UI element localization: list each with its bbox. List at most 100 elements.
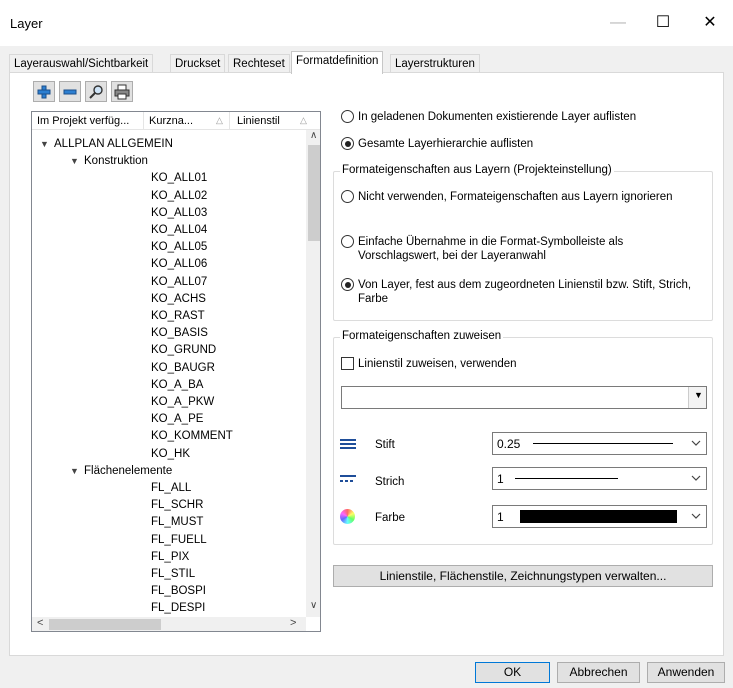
add-layer-button[interactable]	[33, 81, 55, 102]
expand-caret-icon[interactable]: ▼	[70, 463, 79, 479]
maximize-button[interactable]: ☐	[648, 10, 678, 36]
minus-icon	[63, 89, 77, 95]
stroke-select-value: 1	[497, 472, 504, 486]
chevron-down-icon	[691, 440, 701, 446]
tab-rechteset[interactable]: Rechteset	[228, 54, 290, 73]
linestyle-checkbox-label: Linienstil zuweisen, verwenden	[358, 358, 517, 370]
search-icon	[89, 85, 103, 99]
scrollbar-thumb[interactable]	[308, 145, 320, 241]
tree-layer-item[interactable]: KO_RAST	[151, 308, 205, 324]
tree-layer-item[interactable]: KO_ALL05	[151, 239, 207, 255]
radio-format-ignore[interactable]	[341, 190, 354, 203]
linestyle-checkbox[interactable]	[341, 357, 354, 370]
horizontal-scrollbar[interactable]: < >	[32, 617, 306, 631]
tree-layer-item[interactable]: FL_BOSPI	[151, 583, 206, 599]
tree-group[interactable]: Konstruktion	[84, 153, 148, 169]
pen-select-value: 0.25	[497, 437, 521, 451]
tab-layerauswahl[interactable]: Layerauswahl/Sichtbarkeit	[9, 54, 154, 73]
tree-layer-item[interactable]: KO_BAUGR	[151, 360, 215, 376]
radio-format-fixed-label-1: Von Layer, fest aus dem zugeordneten Lin…	[358, 279, 692, 291]
expand-caret-icon[interactable]: ▼	[70, 153, 79, 169]
tree-layer-item[interactable]: KO_GRUND	[151, 342, 216, 358]
tree-layer-item[interactable]: KO_ALL02	[151, 188, 207, 204]
tree-layer-item[interactable]: KO_ALL01	[151, 170, 207, 186]
tree-layer-item[interactable]: FL_PIX	[151, 549, 189, 565]
scroll-down-icon[interactable]: ∨	[310, 600, 317, 611]
radio-format-fixed[interactable]	[341, 278, 354, 291]
radio-format-simple-label-1: Einfache Übernahme in die Format-Symboll…	[358, 236, 624, 248]
radio-format-ignore-label: Nicht verwenden, Formateigenschaften aus…	[358, 191, 673, 203]
remove-layer-button[interactable]	[59, 81, 81, 102]
scroll-right-icon[interactable]: >	[290, 617, 296, 629]
tree-group[interactable]: Flächenelemente	[84, 463, 172, 479]
radio-list-existing[interactable]	[341, 110, 354, 123]
radio-list-all-label: Gesamte Layerhierarchie auflisten	[358, 138, 534, 150]
tree-layer-item[interactable]: KO_ALL06	[151, 256, 207, 272]
cancel-button[interactable]: Abbrechen	[557, 662, 640, 683]
expand-caret-icon[interactable]: ▼	[40, 136, 49, 152]
radio-list-all[interactable]	[341, 137, 354, 150]
tree-layer-item[interactable]: FL_MUST	[151, 514, 203, 530]
chevron-down-icon	[691, 475, 701, 481]
color-select-value: 1	[497, 510, 504, 524]
tree-layer-item[interactable]: FL_FUELL	[151, 532, 207, 548]
column-header-available[interactable]: Im Projekt verfüg...	[37, 115, 129, 127]
tree-layer-item[interactable]: KO_A_BA	[151, 377, 203, 393]
color-swatch	[520, 510, 677, 523]
hscrollbar-thumb[interactable]	[49, 619, 161, 630]
search-layer-button[interactable]	[85, 81, 107, 102]
format-props-group-title: Formateigenschaften aus Layern (Projekte…	[340, 164, 614, 176]
tree-layer-item[interactable]: KO_ALL04	[151, 222, 207, 238]
tree-layer-item[interactable]: FL_STIL	[151, 566, 195, 582]
tree-layer-item[interactable]: KO_A_PE	[151, 411, 203, 427]
tree-root[interactable]: ALLPLAN ALLGEMEIN	[54, 136, 173, 152]
scroll-left-icon[interactable]: <	[37, 617, 43, 629]
column-header-shortname[interactable]: Kurzna...	[149, 115, 193, 127]
stroke-icon	[340, 475, 356, 482]
print-button[interactable]	[111, 81, 133, 102]
tab-druckset[interactable]: Druckset	[170, 54, 226, 73]
close-button[interactable]: ✕	[695, 10, 725, 36]
tree-layer-item[interactable]: FL_DESPI	[151, 600, 205, 616]
stroke-select[interactable]: 1	[492, 467, 707, 490]
tree-layer-item[interactable]: FL_SCHR	[151, 497, 203, 513]
plus-icon	[37, 85, 51, 99]
tree-layer-item[interactable]: KO_ALL03	[151, 205, 207, 221]
stroke-line-preview	[515, 478, 618, 479]
assign-group-title: Formateigenschaften zuweisen	[340, 330, 504, 342]
sort-arrow-icon: △	[216, 115, 223, 125]
tree-layer-item[interactable]: FL_ALL	[151, 480, 191, 496]
radio-list-existing-label: In geladenen Dokumenten existierende Lay…	[358, 111, 637, 123]
tree-layer-item[interactable]: KO_ACHS	[151, 291, 206, 307]
window-title: Layer	[10, 16, 43, 31]
dropdown-button[interactable]: ▼	[688, 387, 706, 408]
tab-layerstrukturen[interactable]: Layerstrukturen	[390, 54, 480, 73]
pen-label: Stift	[375, 439, 395, 451]
sort-arrow-icon: △	[300, 115, 307, 125]
tab-formatdefinition[interactable]: Formatdefinition	[291, 51, 384, 74]
printer-icon	[114, 84, 130, 100]
title-bar: Layer — ☐ ✕	[0, 0, 733, 46]
pen-line-preview	[533, 443, 673, 444]
dropdown-arrow-icon: ▼	[694, 390, 703, 400]
chevron-down-icon	[691, 513, 701, 519]
linestyle-select[interactable]: ▼	[341, 386, 707, 409]
manage-styles-button[interactable]: Linienstile, Flächenstile, Zeichnungstyp…	[333, 565, 713, 587]
tree-layer-item[interactable]: KO_A_PKW	[151, 394, 214, 410]
vertical-scrollbar[interactable]: ∧ ∨	[306, 130, 320, 617]
pen-select[interactable]: 0.25	[492, 432, 707, 455]
color-select[interactable]: 1	[492, 505, 707, 528]
layer-tree[interactable]: Im Projekt verfüg... Kurzna... △ Liniens…	[31, 111, 321, 632]
tree-layer-item[interactable]: KO_HK	[151, 446, 190, 462]
ok-button[interactable]: OK	[475, 662, 550, 683]
tree-layer-item[interactable]: KO_KOMMENT	[151, 428, 233, 444]
tree-layer-item[interactable]: KO_ALL07	[151, 274, 207, 290]
minimize-button[interactable]: —	[603, 10, 633, 36]
radio-format-simple[interactable]	[341, 235, 354, 248]
tree-layer-item[interactable]: KO_BASIS	[151, 325, 208, 341]
scroll-up-icon[interactable]: ∧	[310, 130, 317, 141]
stroke-label: Strich	[375, 476, 405, 488]
apply-button[interactable]: Anwenden	[647, 662, 725, 683]
pen-icon	[340, 439, 356, 449]
column-header-linestyle[interactable]: Linienstil	[237, 115, 280, 127]
